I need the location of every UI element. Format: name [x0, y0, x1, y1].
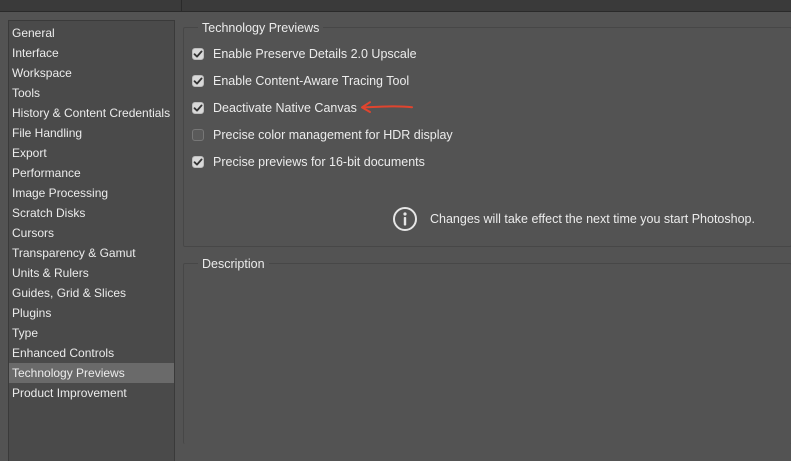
sidebar-item-general[interactable]: General	[9, 23, 174, 43]
sidebar-item-scratch-disks[interactable]: Scratch Disks	[9, 203, 174, 223]
option-label: Precise color management for HDR display	[213, 128, 453, 142]
checkbox-preserve-details-upscale[interactable]	[192, 48, 204, 60]
sidebar-item-transparency-gamut[interactable]: Transparency & Gamut	[9, 243, 174, 263]
option-hdr-color-management[interactable]: Precise color management for HDR display	[192, 126, 453, 144]
sidebar-item-interface[interactable]: Interface	[9, 43, 174, 63]
sidebar-item-enhanced-controls[interactable]: Enhanced Controls	[9, 343, 174, 363]
sidebar-item-file-handling[interactable]: File Handling	[9, 123, 174, 143]
option-16bit-previews[interactable]: Precise previews for 16-bit documents	[192, 153, 425, 171]
technology-previews-group: Technology Previews Enable Preserve Deta…	[183, 19, 791, 247]
option-preserve-details-upscale[interactable]: Enable Preserve Details 2.0 Upscale	[192, 45, 417, 63]
sidebar-item-history-content-credentials[interactable]: History & Content Credentials	[9, 103, 174, 123]
sidebar-list: General Interface Workspace Tools Histor…	[9, 21, 174, 403]
window-top-bar	[0, 0, 791, 12]
checkmark-icon	[193, 77, 203, 85]
checkbox-16bit-previews[interactable]	[192, 156, 204, 168]
sidebar-item-tools[interactable]: Tools	[9, 83, 174, 103]
checkbox-hdr-color-management[interactable]	[192, 129, 204, 141]
description-title: Description	[198, 255, 269, 273]
option-label: Precise previews for 16-bit documents	[213, 155, 425, 169]
option-content-aware-tracing[interactable]: Enable Content-Aware Tracing Tool	[192, 72, 409, 90]
sidebar-item-technology-previews[interactable]: Technology Previews	[9, 363, 174, 383]
sidebar-item-guides-grid-slices[interactable]: Guides, Grid & Slices	[9, 283, 174, 303]
option-label: Enable Preserve Details 2.0 Upscale	[213, 47, 417, 61]
red-arrow-icon	[361, 101, 413, 113]
checkmark-icon	[193, 50, 203, 58]
sidebar-item-plugins[interactable]: Plugins	[9, 303, 174, 323]
sidebar-item-workspace[interactable]: Workspace	[9, 63, 174, 83]
sidebar-item-performance[interactable]: Performance	[9, 163, 174, 183]
description-group: Description	[183, 255, 791, 444]
option-label: Enable Content-Aware Tracing Tool	[213, 74, 410, 88]
option-label: Deactivate Native Canvas	[213, 101, 357, 115]
window-top-bar-right	[181, 0, 791, 11]
checkbox-content-aware-tracing[interactable]	[192, 75, 204, 87]
preferences-sidebar: General Interface Workspace Tools Histor…	[8, 20, 175, 461]
sidebar-item-product-improvement[interactable]: Product Improvement	[9, 383, 174, 403]
sidebar-item-cursors[interactable]: Cursors	[9, 223, 174, 243]
sidebar-item-export[interactable]: Export	[9, 143, 174, 163]
checkmark-icon	[193, 158, 203, 166]
sidebar-item-image-processing[interactable]: Image Processing	[9, 183, 174, 203]
checkmark-icon	[193, 104, 203, 112]
option-deactivate-native-canvas[interactable]: Deactivate Native Canvas	[192, 99, 357, 117]
info-icon	[393, 207, 417, 231]
checkbox-deactivate-native-canvas[interactable]	[192, 102, 204, 114]
restart-notice-text: Changes will take effect the next time y…	[430, 212, 755, 226]
sidebar-item-units-rulers[interactable]: Units & Rulers	[9, 263, 174, 283]
restart-notice: Changes will take effect the next time y…	[392, 206, 755, 232]
sidebar-item-type[interactable]: Type	[9, 323, 174, 343]
technology-previews-title: Technology Previews	[198, 19, 324, 37]
